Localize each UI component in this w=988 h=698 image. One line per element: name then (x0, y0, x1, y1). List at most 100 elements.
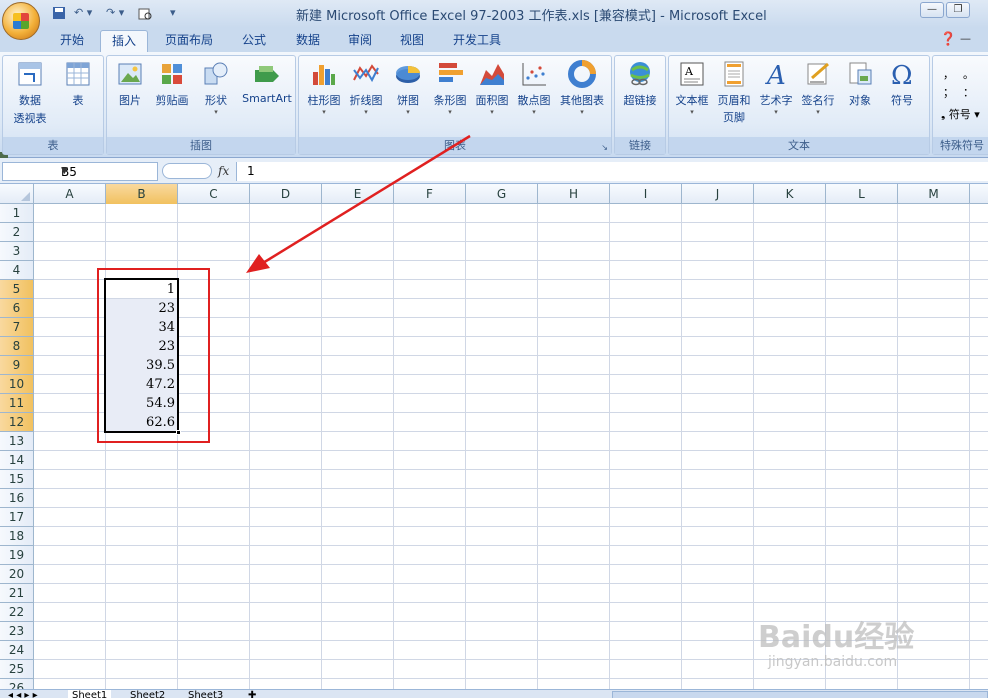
dialog-launcher-icon[interactable]: ↘ (601, 143, 608, 152)
sheet-tab-bar: ◂ ◂ ▸ ▸ Sheet1 Sheet2 Sheet3 ✚ (0, 689, 988, 698)
column-header-b[interactable]: B (106, 184, 178, 204)
print-preview-icon[interactable] (138, 6, 152, 21)
sheet-tab-2[interactable]: Sheet2 (126, 690, 169, 698)
group-label-text: 文本 (669, 137, 929, 154)
sheet-tab-1[interactable]: Sheet1 (68, 690, 112, 698)
column-header-l[interactable]: L (826, 184, 898, 204)
row-header-17[interactable]: 17 (0, 508, 34, 527)
column-header-m[interactable]: M (898, 184, 970, 204)
column-header-i[interactable]: I (610, 184, 682, 204)
insert-sheet-icon[interactable]: ✚ (244, 690, 260, 698)
wordart-button[interactable]: A 艺术字 ▾ (755, 60, 797, 132)
globe-link-icon (630, 62, 650, 86)
row-header-18[interactable]: 18 (0, 527, 34, 546)
tab-view[interactable]: 视图 (388, 30, 436, 52)
column-chart-button[interactable]: 柱形图 ▾ (303, 60, 345, 132)
group-label-links: 链接 (615, 137, 665, 154)
save-icon[interactable] (52, 6, 66, 21)
row-header-11[interactable]: 11 (0, 394, 34, 413)
signature-line-button[interactable]: 签名行 ▾ (797, 60, 839, 132)
group-special-symbols: ， 。 ； ： ❟ 符号 ▾ 特殊符号 (932, 55, 988, 155)
other-charts-button[interactable]: 其他图表 ▾ (557, 60, 607, 132)
row-header-1[interactable]: 1 (0, 204, 34, 223)
shapes-button[interactable]: 形状 ▾ (195, 60, 237, 132)
bar-chart-button[interactable]: 条形图 ▾ (429, 60, 471, 132)
comma-symbol[interactable]: ， (943, 66, 954, 82)
customize-quick-access-icon[interactable]: ▾ (170, 6, 176, 21)
insert-function-icon[interactable]: fx (218, 164, 229, 178)
dropdown-arrow-icon[interactable]: ▼ (61, 166, 154, 176)
line-chart-button[interactable]: 折线图 ▾ (345, 60, 387, 132)
annotation-arrow (246, 134, 471, 273)
row-header-15[interactable]: 15 (0, 470, 34, 489)
sheet-nav-icon[interactable]: ◂ ◂ ▸ ▸ (4, 690, 42, 698)
column-header-j[interactable]: J (682, 184, 754, 204)
colon-symbol[interactable]: ： (963, 84, 974, 100)
tab-review[interactable]: 审阅 (336, 30, 384, 52)
row-header-16[interactable]: 16 (0, 489, 34, 508)
area-chart-icon (480, 64, 504, 85)
object-button[interactable]: 对象 (839, 60, 881, 132)
office-button[interactable] (2, 2, 40, 40)
clipart-button[interactable]: 剪贴画 (151, 60, 193, 132)
tab-developer[interactable]: 开发工具 (444, 30, 510, 52)
help-icon[interactable]: ❓ (940, 32, 956, 47)
row-header-23[interactable]: 23 (0, 622, 34, 641)
sheet-tab-3[interactable]: Sheet3 (184, 690, 227, 698)
textbox-button[interactable]: A 文本框 ▾ (671, 60, 713, 132)
symbol-button[interactable]: Ω 符号 (881, 60, 923, 132)
tab-insert[interactable]: 插入 (100, 30, 148, 52)
row-header-19[interactable]: 19 (0, 546, 34, 565)
area-chart-button[interactable]: 面积图 ▾ (471, 60, 513, 132)
row-header-7[interactable]: 7 (0, 318, 34, 337)
semicolon-symbol[interactable]: ； (943, 84, 954, 100)
horizontal-scrollbar[interactable] (612, 691, 988, 698)
row-header-13[interactable]: 13 (0, 432, 34, 451)
column-header-h[interactable]: H (538, 184, 610, 204)
special-symbol-button[interactable]: ❟ 符号 ▾ (941, 106, 980, 122)
pie-chart-button[interactable]: 饼图 ▾ (387, 60, 429, 132)
minimize-ribbon-icon[interactable]: — (960, 32, 971, 45)
table-button[interactable]: 表 (57, 60, 99, 132)
row-header-20[interactable]: 20 (0, 565, 34, 584)
column-header-k[interactable]: K (754, 184, 826, 204)
tab-formulas[interactable]: 公式 (230, 30, 278, 52)
restore-button[interactable]: ❐ (946, 2, 970, 18)
undo-icon[interactable]: ↶ ▾ (74, 6, 92, 21)
select-all-corner[interactable] (0, 184, 34, 204)
hyperlink-button[interactable]: 超链接 (619, 60, 661, 132)
row-header-14[interactable]: 14 (0, 451, 34, 470)
formula-expand-button[interactable] (162, 163, 212, 179)
row-header-21[interactable]: 21 (0, 584, 34, 603)
smartart-button[interactable]: SmartArt (239, 60, 295, 132)
gridline-horizontal (34, 564, 988, 565)
column-header-a[interactable]: A (34, 184, 106, 204)
row-header-24[interactable]: 24 (0, 641, 34, 660)
row-header-3[interactable]: 3 (0, 242, 34, 261)
row-header-25[interactable]: 25 (0, 660, 34, 679)
row-header-9[interactable]: 9 (0, 356, 34, 375)
tab-home[interactable]: 开始 (46, 30, 98, 52)
header-footer-button[interactable]: 页眉和 页脚 (713, 60, 755, 132)
picture-button[interactable]: 图片 (109, 60, 151, 132)
scatter-chart-button[interactable]: 散点图 ▾ (513, 60, 555, 132)
gridline-vertical (537, 204, 538, 689)
minimize-button[interactable]: — (920, 2, 944, 18)
doughnut-chart-icon (568, 60, 596, 88)
tab-page-layout[interactable]: 页面布局 (156, 30, 222, 52)
row-header-4[interactable]: 4 (0, 261, 34, 280)
row-header-12[interactable]: 12 (0, 413, 34, 432)
period-symbol[interactable]: 。 (963, 66, 974, 82)
pivot-table-button[interactable]: 数据 透视表 (9, 60, 51, 132)
row-header-10[interactable]: 10 (0, 375, 34, 394)
signature-icon (807, 62, 829, 85)
row-header-5[interactable]: 5 (0, 280, 34, 299)
title-bar: ↶ ▾ ↷ ▾ ▾ 新建 Microsoft Office Excel 97-2… (0, 0, 988, 28)
row-header-6[interactable]: 6 (0, 299, 34, 318)
row-header-2[interactable]: 2 (0, 223, 34, 242)
redo-icon[interactable]: ↷ ▾ (106, 6, 124, 21)
name-box[interactable]: B5 ▼ (2, 162, 158, 181)
tab-data[interactable]: 数据 (284, 30, 332, 52)
row-header-8[interactable]: 8 (0, 337, 34, 356)
row-header-22[interactable]: 22 (0, 603, 34, 622)
